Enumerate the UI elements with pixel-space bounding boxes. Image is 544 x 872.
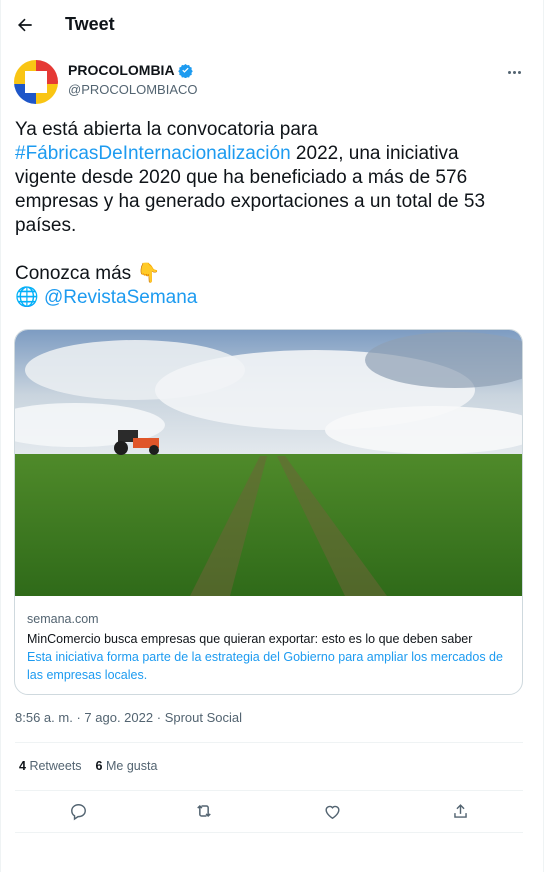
link-card[interactable]: semana.com MinComercio busca empresas qu… [14,329,523,695]
retweets-count: 4 [19,759,26,773]
tweet-source[interactable]: Sprout Social [165,710,242,725]
card-title: MinComercio busca empresas que quieran e… [27,632,473,646]
pointing-down-emoji: 👇 [136,263,161,284]
action-bar [15,796,523,826]
tweet-stats: 4 Retweets 6 Me gusta [19,759,157,773]
user-handle[interactable]: @PROCOLOMBIACO [68,82,198,97]
card-image [15,330,522,596]
divider [15,742,523,743]
card-domain: semana.com [27,612,99,626]
meta-separator: · [156,710,162,725]
page-title: Tweet [65,14,115,34]
user-name-text: PROCOLOMBIA [68,62,175,78]
divider [15,832,523,833]
like-button[interactable] [317,796,347,826]
share-icon [453,803,467,818]
header: Tweet [1,0,544,50]
mention-link[interactable]: @RevistaSemana [44,287,197,308]
tweet-page: Tweet PROCOLOMBIA @PROCOLOMBIACO Ya está… [0,0,544,872]
tweet-text: Ya está abierta la convocatoria para #Fá… [15,118,525,310]
reply-button[interactable] [63,796,93,826]
user-name[interactable]: PROCOLOMBIA [68,62,193,78]
meta-separator: · [76,710,81,725]
tweet-time[interactable]: 8:56 a. m. [15,710,73,725]
share-button[interactable] [445,796,475,826]
likes-label: Me gusta [105,759,158,773]
retweet-button[interactable] [189,796,219,826]
like-icon [324,805,340,819]
tweet-body: Ya está abierta la convocatoria para #Fá… [15,118,525,238]
more-icon [507,70,521,74]
more-text: Conozca más [15,263,137,284]
avatar[interactable] [14,60,58,104]
procolombia-logo [14,60,58,104]
tweet-mention-line: 🌐 @RevistaSemana [15,286,525,310]
retweets-stat[interactable]: 4 Retweets [19,759,82,773]
tweet-more-line: Conozca más 👇 [15,262,525,286]
verified-badge-icon [177,63,193,78]
likes-count: 6 [95,759,103,773]
divider [15,790,523,791]
more-button[interactable] [499,60,529,84]
back-button[interactable] [9,9,41,41]
retweets-label: Retweets [29,759,82,773]
retweet-icon [197,804,211,818]
card-text: semana.com MinComercio busca empresas qu… [27,610,517,684]
tweet-text-start: Ya está abierta la convocatoria para [15,119,318,140]
likes-stat[interactable]: 6 Me gusta [96,759,158,773]
back-arrow-icon [18,18,32,32]
tweet-meta: 8:56 a. m. · 7 ago. 2022 · Sprout Social [15,710,242,725]
card-description: Esta iniciativa forma parte de la estrat… [27,650,503,682]
globe-emoji: 🌐 [15,287,39,308]
tweet-date[interactable]: 7 ago. 2022 [84,710,153,725]
hashtag-link[interactable]: #FábricasDeInternacionalización [15,143,291,164]
reply-icon [70,803,86,820]
